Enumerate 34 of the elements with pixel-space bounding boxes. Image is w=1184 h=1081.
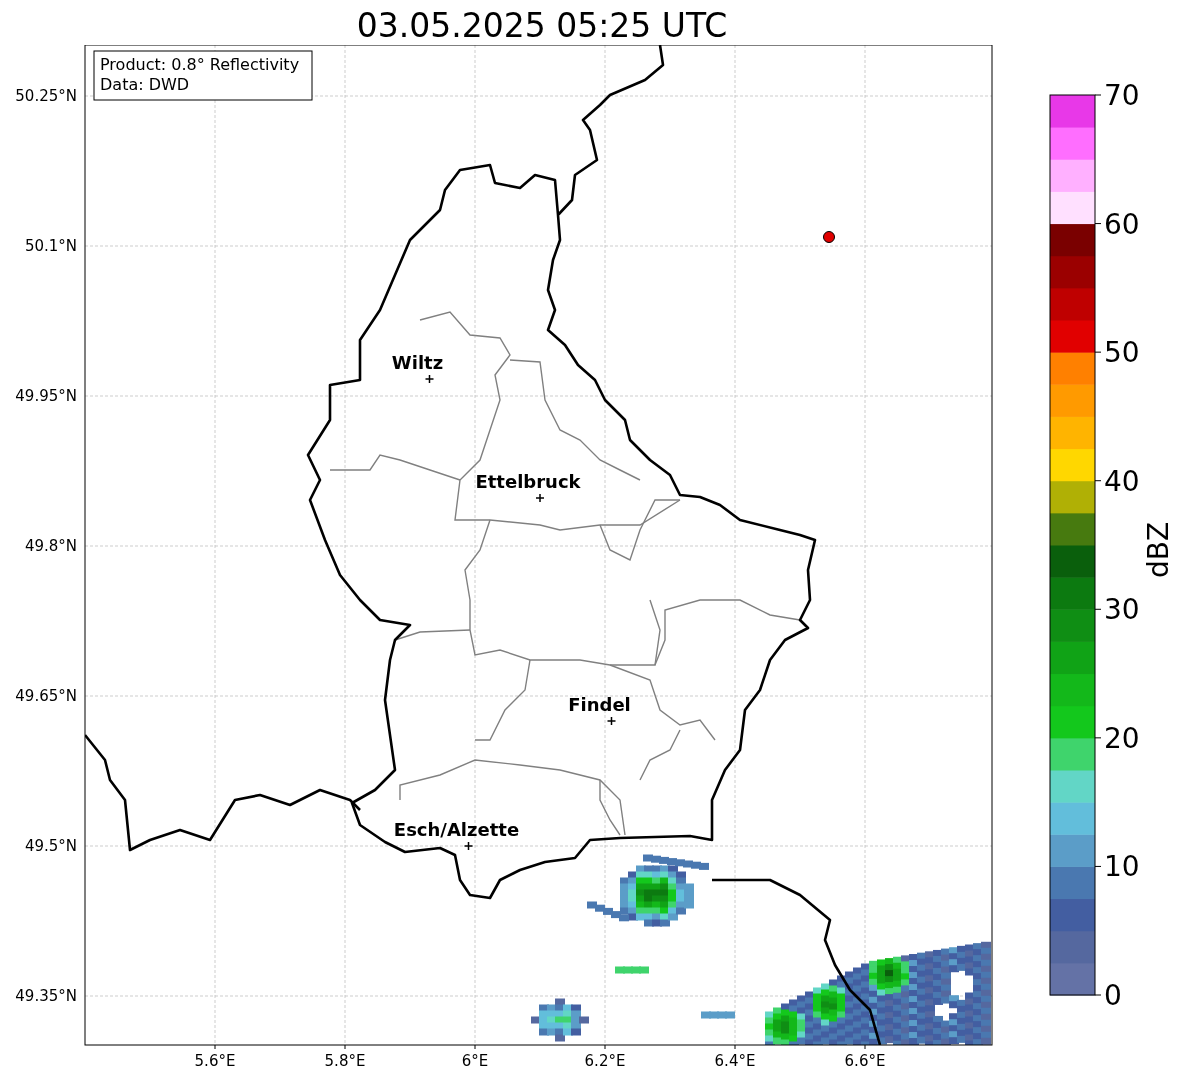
colorbar-tick-label: 40 (1104, 464, 1140, 498)
colorbar-tick-label: 70 (1104, 79, 1140, 112)
city-label: Wiltz (391, 352, 444, 373)
colorbar-tick-label: 60 (1104, 207, 1140, 241)
colorbar-tick-label: 10 (1104, 850, 1140, 884)
y-axis-label: 49.5°N (24, 837, 77, 855)
info-text: Data: DWD (100, 75, 190, 94)
colorbar-tick-label: 0 (1104, 979, 1122, 1012)
colorbar-label: dBZ (1142, 521, 1175, 579)
x-axis-label: 6.4°E (714, 1052, 756, 1070)
colorbar-tick-label: 50 (1104, 336, 1140, 370)
y-axis-label: 49.95°N (15, 387, 77, 405)
colorbar-tick-label: 30 (1104, 593, 1140, 627)
info-text: Product: 0.8° Reflectivity (100, 55, 300, 74)
colorbar-tick-label: 20 (1104, 721, 1140, 755)
city-marker-icon (424, 374, 435, 384)
y-axis-label: 49.65°N (15, 687, 77, 705)
city-label: Findel (568, 694, 631, 715)
y-axis-label: 50.1°N (24, 237, 77, 255)
city-marker-icon (463, 841, 474, 851)
chart-title: 03.05.2025 05:25 UTC (355, 5, 729, 45)
city-label: Ettelbruck (475, 471, 581, 492)
x-axis-label: 6.2°E (584, 1052, 626, 1070)
x-axis-label: 6.6°E (844, 1052, 886, 1070)
y-axis-label: 50.25°N (15, 87, 77, 105)
y-axis-label: 49.8°N (24, 537, 77, 555)
y-axis-label: 49.35°N (15, 987, 77, 1005)
city-marker-icon (535, 493, 545, 503)
city-marker-icon (606, 716, 617, 726)
city-label: Esch/Alzette (393, 819, 520, 840)
x-axis-label: 6°E (461, 1052, 489, 1070)
x-axis-label: 5.8°E (324, 1052, 366, 1070)
x-axis-label: 5.6°E (194, 1052, 236, 1070)
radar-site-marker (823, 231, 835, 243)
